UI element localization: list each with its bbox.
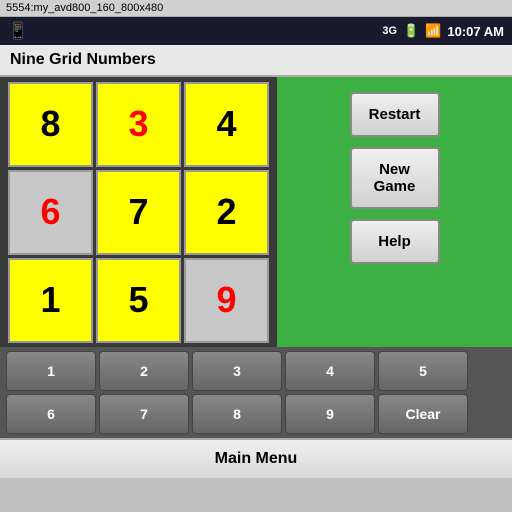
grid-cell-6[interactable]: 1 xyxy=(8,258,93,343)
main-menu-label: Main Menu xyxy=(215,450,298,468)
title-bar: 5554:my_avd800_160_800x480 xyxy=(0,0,512,17)
numpad-8[interactable]: 8 xyxy=(192,394,282,434)
grid-cell-4[interactable]: 7 xyxy=(96,170,181,255)
time-display: 10:07 AM xyxy=(447,24,504,39)
network-icon: 3G xyxy=(382,25,397,37)
main-content: 8 3 4 6 7 2 1 5 9 Restart New Game Help xyxy=(0,77,512,347)
numpad-6[interactable]: 6 xyxy=(6,394,96,434)
grid-area: 8 3 4 6 7 2 1 5 9 xyxy=(0,77,277,347)
clear-button[interactable]: Clear xyxy=(378,394,468,434)
restart-button[interactable]: Restart xyxy=(350,92,440,137)
numpad-3[interactable]: 3 xyxy=(192,351,282,391)
numpad-5[interactable]: 5 xyxy=(378,351,468,391)
grid-cell-2[interactable]: 4 xyxy=(184,82,269,167)
phone-icon: 📱 xyxy=(8,21,28,41)
grid-cell-1[interactable]: 3 xyxy=(96,82,181,167)
numpad-4[interactable]: 4 xyxy=(285,351,375,391)
right-panel: Restart New Game Help xyxy=(277,77,512,347)
numpad-1[interactable]: 1 xyxy=(6,351,96,391)
numpad-row-1: 1 2 3 4 5 xyxy=(6,351,506,391)
app-header: Nine Grid Numbers xyxy=(0,45,512,77)
grid-cell-0[interactable]: 8 xyxy=(8,82,93,167)
main-menu-bar[interactable]: Main Menu xyxy=(0,438,512,478)
status-bar: 📱 3G 🔋 📶 10:07 AM xyxy=(0,17,512,45)
numpad-2[interactable]: 2 xyxy=(99,351,189,391)
wifi-icon: 📶 xyxy=(425,23,441,39)
grid-cell-5[interactable]: 2 xyxy=(184,170,269,255)
battery-icon: 🔋 xyxy=(403,23,419,39)
new-game-button[interactable]: New Game xyxy=(350,147,440,209)
app-title: Nine Grid Numbers xyxy=(10,51,156,68)
numpad-7[interactable]: 7 xyxy=(99,394,189,434)
status-right: 3G 🔋 📶 10:07 AM xyxy=(382,23,504,39)
numpad-area: 1 2 3 4 5 6 7 8 9 Clear xyxy=(0,347,512,438)
status-left: 📱 xyxy=(8,21,28,41)
grid-cell-3[interactable]: 6 xyxy=(8,170,93,255)
grid-cell-7[interactable]: 5 xyxy=(96,258,181,343)
grid-cell-8[interactable]: 9 xyxy=(184,258,269,343)
number-grid: 8 3 4 6 7 2 1 5 9 xyxy=(8,82,269,343)
help-button[interactable]: Help xyxy=(350,219,440,264)
title-bar-text: 5554:my_avd800_160_800x480 xyxy=(6,2,163,14)
numpad-9[interactable]: 9 xyxy=(285,394,375,434)
numpad-row-2: 6 7 8 9 Clear xyxy=(6,394,506,434)
